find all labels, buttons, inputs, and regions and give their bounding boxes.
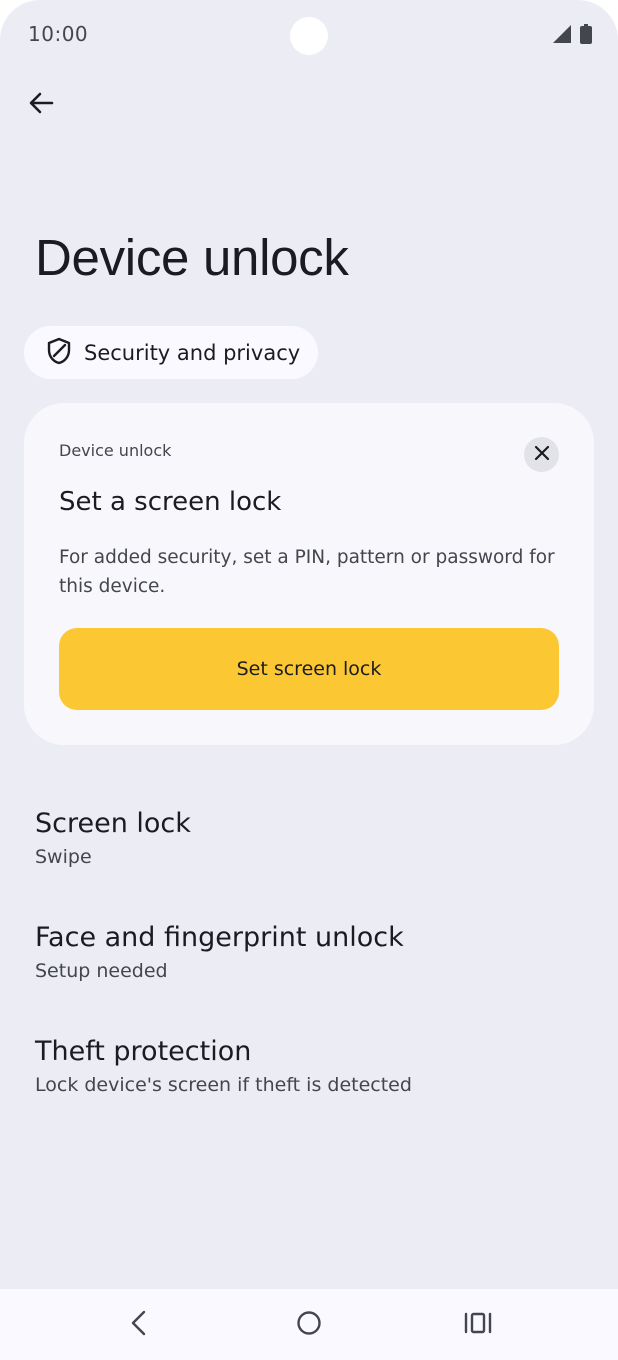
setting-face-fingerprint-unlock[interactable]: Face and fingerprint unlock Setup needed [0,922,618,1018]
camera-cutout [290,17,328,55]
device-unlock-screen: 10:00 Device unlock Security and privacy… [0,0,618,1360]
breadcrumb-security-privacy[interactable]: Security and privacy [24,326,319,379]
chevron-left-icon [128,1310,150,1340]
recents-icon [464,1311,492,1339]
card-kicker: Device unlock [59,441,172,460]
arrow-left-icon [27,89,55,121]
set-screen-lock-button[interactable]: Set screen lock [59,628,559,710]
setting-theft-protection[interactable]: Theft protection Lock device's screen if… [0,1036,618,1132]
nav-recents-button[interactable] [460,1307,496,1343]
card-title: Set a screen lock [59,487,282,517]
signal-icon [552,24,572,48]
status-bar: 10:00 [0,0,618,70]
page-title: Device unlock [35,229,349,286]
status-time: 10:00 [28,22,89,46]
setting-summary: Lock device's screen if theft is detecte… [35,1074,412,1096]
setting-screen-lock[interactable]: Screen lock Swipe [0,808,618,904]
nav-back-button[interactable] [121,1307,157,1343]
battery-icon [580,24,592,48]
setting-summary: Swipe [35,846,92,868]
close-icon [534,445,550,465]
setting-title: Face and fingerprint unlock [35,922,404,953]
circle-home-icon [296,1310,322,1340]
setting-title: Screen lock [35,808,191,839]
card-body: For added security, set a PIN, pattern o… [59,547,555,597]
system-navigation-bar [0,1289,618,1360]
dismiss-card-button[interactable] [524,437,559,472]
breadcrumb-label: Security and privacy [84,340,301,365]
setting-title: Theft protection [35,1036,252,1067]
setting-summary: Setup needed [35,960,168,982]
shield-icon [46,337,72,369]
nav-home-button[interactable] [291,1307,327,1343]
back-button[interactable] [20,84,62,126]
status-icons [552,24,592,48]
screen-lock-suggestion-card: Device unlock Set a screen lock For adde… [24,403,594,745]
